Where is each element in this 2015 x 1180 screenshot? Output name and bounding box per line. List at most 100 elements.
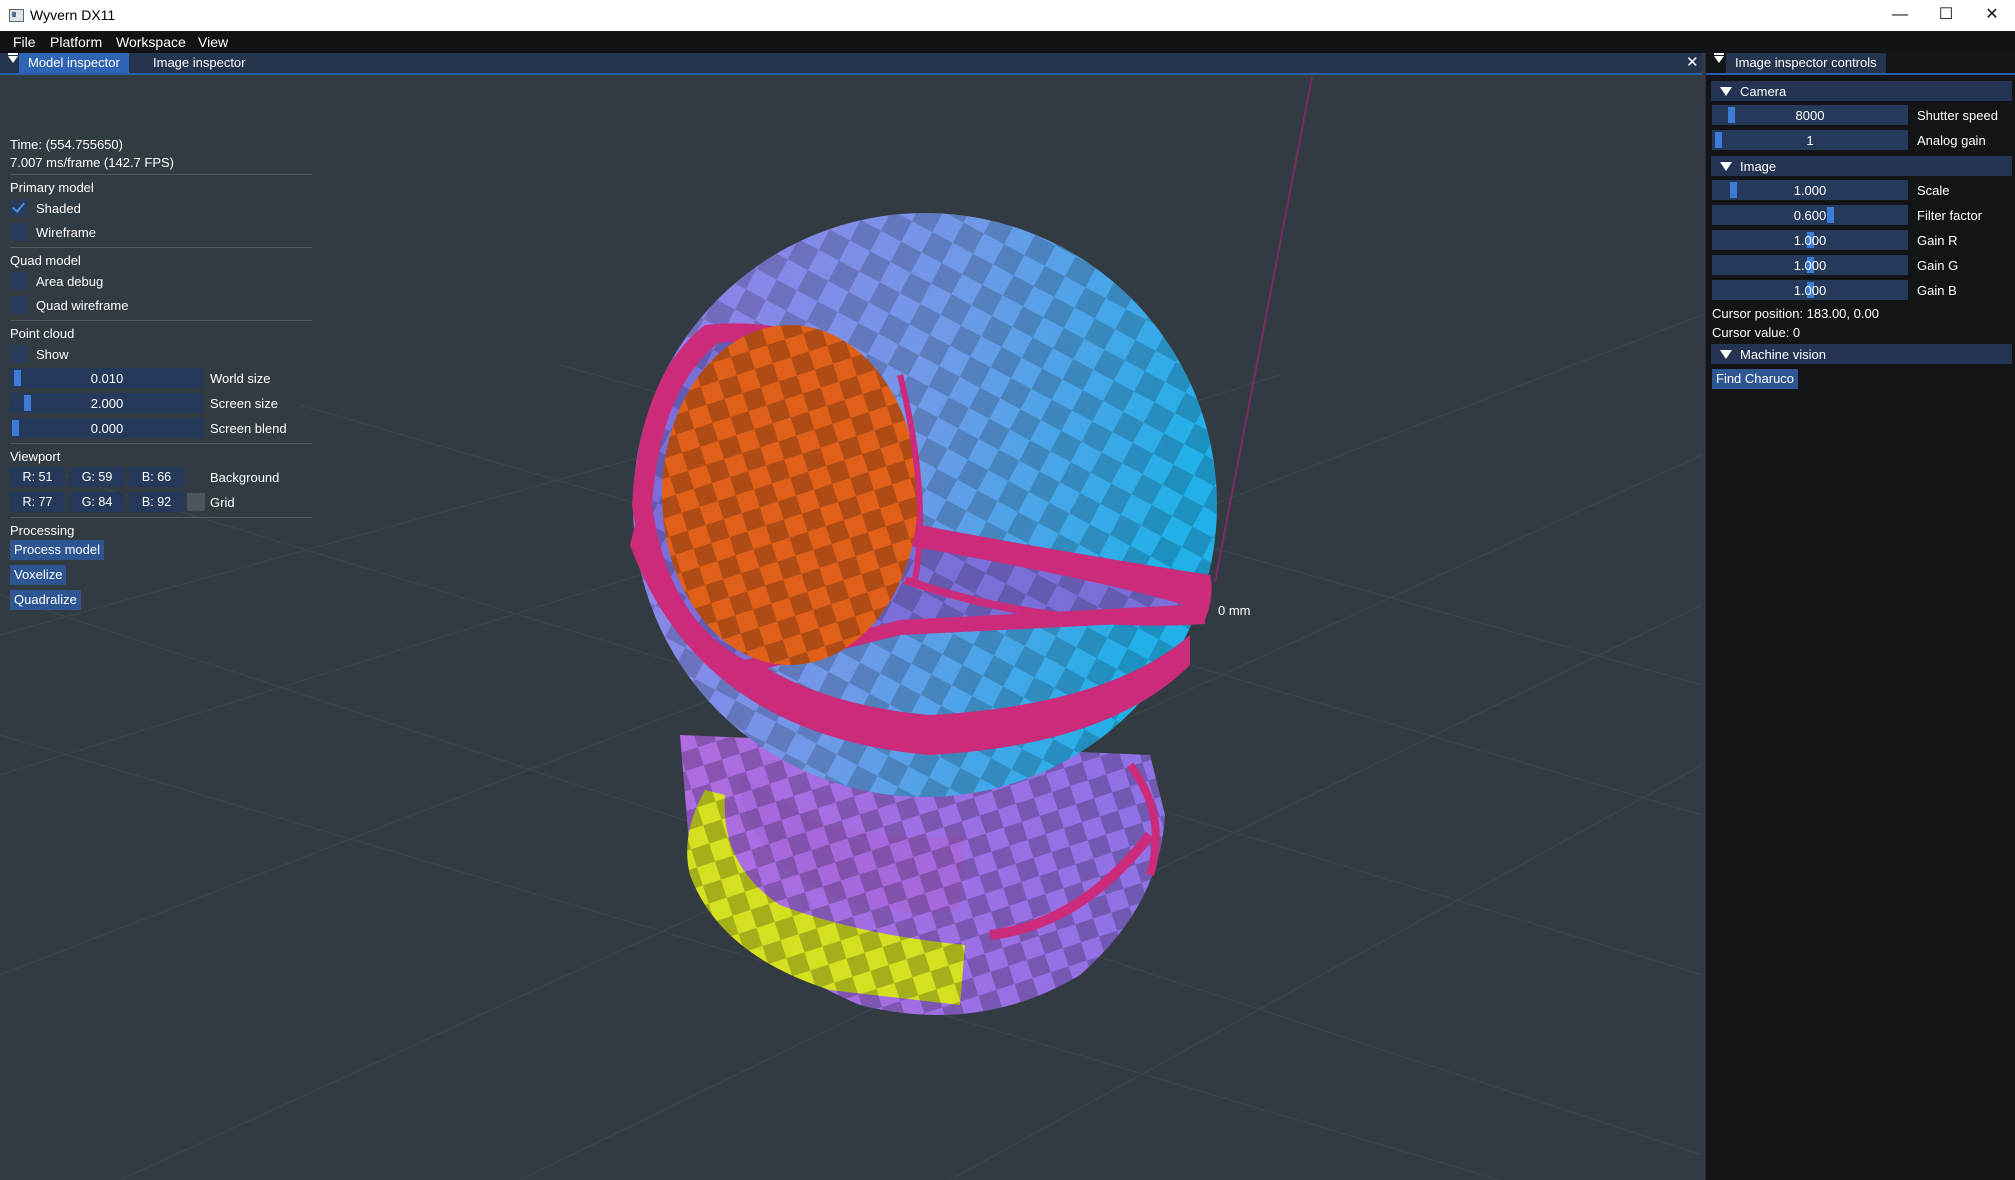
separator <box>10 320 312 321</box>
sphere-model <box>630 213 1217 797</box>
screen-blend-slider[interactable]: 0.000 <box>10 418 204 438</box>
cursor-value-readout: Cursor value: 0 <box>1712 325 1801 340</box>
grid-label: Grid <box>210 495 235 510</box>
grid-color-swatch[interactable] <box>187 493 205 511</box>
background-b-field[interactable]: B: 66 <box>129 467 184 487</box>
background-color-swatch[interactable] <box>187 468 205 486</box>
find-charuco-button[interactable]: Find Charuco <box>1712 369 1799 389</box>
gain-r-value: 1.000 <box>1793 233 1827 248</box>
processing-heading: Processing <box>10 523 75 538</box>
dock-menu-icon[interactable] <box>8 53 18 63</box>
show-point-cloud-label: Show <box>36 347 69 362</box>
gain-g-label: Gain G <box>1917 258 1959 273</box>
background-label: Background <box>210 470 280 485</box>
area-debug-checkbox[interactable] <box>10 272 28 290</box>
gain-g-slider[interactable]: 1.000 <box>1712 255 1908 275</box>
analog-gain-slider[interactable]: 1 <box>1712 130 1908 150</box>
analog-gain-value: 1 <box>1806 133 1814 148</box>
shutter-speed-label: Shutter speed <box>1917 108 1998 123</box>
collapse-arrow-icon <box>1720 350 1732 359</box>
tab-image-inspector-controls[interactable]: Image inspector controls <box>1726 53 1886 73</box>
shutter-speed-value: 8000 <box>1795 108 1825 123</box>
screen-size-slider[interactable]: 2.000 <box>10 393 204 413</box>
scale-value: 1.000 <box>1793 183 1827 198</box>
filter-factor-label: Filter factor <box>1917 208 1983 223</box>
gain-b-slider[interactable]: 1.000 <box>1712 280 1908 300</box>
machine-vision-section-header[interactable]: Machine vision <box>1711 344 2012 364</box>
separator <box>10 517 312 518</box>
quad-wireframe-label: Quad wireframe <box>36 298 129 313</box>
voxelize-button[interactable]: Voxelize <box>10 565 67 585</box>
separator <box>10 247 312 248</box>
quad-model-heading: Quad model <box>10 253 81 268</box>
maximize-button[interactable]: ☐ <box>1923 0 1969 31</box>
axis-line <box>1214 76 1313 583</box>
app-icon <box>9 9 24 22</box>
process-model-button[interactable]: Process model <box>10 540 104 560</box>
frame-readout: 7.007 ms/frame (142.7 FPS) <box>10 155 175 170</box>
shaded-checkbox[interactable] <box>10 199 28 217</box>
shutter-speed-slider[interactable]: 8000 <box>1712 105 1908 125</box>
point-cloud-heading: Point cloud <box>10 326 75 341</box>
tab-model-inspector[interactable]: Model inspector <box>19 53 129 73</box>
menu-workspace[interactable]: Workspace <box>116 34 186 50</box>
gain-r-slider[interactable]: 1.000 <box>1712 230 1908 250</box>
background-g-field[interactable]: G: 59 <box>69 467 125 487</box>
filter-factor-value: 0.600 <box>1793 208 1827 223</box>
viewport-heading: Viewport <box>10 449 61 464</box>
separator <box>10 174 312 175</box>
machine-vision-heading: Machine vision <box>1740 347 1826 362</box>
model-inspector-dock: Model inspector Image inspector ✕ 0 mm T… <box>0 53 1702 1180</box>
3d-viewport[interactable]: 0 mm <box>0 75 1702 1180</box>
dock-menu-icon[interactable] <box>1714 53 1724 63</box>
quadralize-button[interactable]: Quadralize <box>10 590 81 610</box>
show-point-cloud-checkbox[interactable] <box>10 345 28 363</box>
wireframe-label: Wireframe <box>36 225 96 240</box>
image-heading: Image <box>1740 159 1777 174</box>
controls-tab-bar: Image inspector controls <box>1706 53 2015 75</box>
analog-gain-label: Analog gain <box>1917 133 1986 148</box>
shaded-label: Shaded <box>36 201 81 216</box>
image-section-header[interactable]: Image <box>1711 156 2012 176</box>
window-title: Wyvern DX11 <box>30 7 116 23</box>
close-tab-icon[interactable]: ✕ <box>1677 53 1708 73</box>
menu-platform[interactable]: Platform <box>50 34 102 50</box>
gain-g-value: 1.000 <box>1793 258 1827 273</box>
screen-size-value: 2.000 <box>90 396 124 411</box>
close-window-button[interactable]: ✕ <box>1969 0 2015 31</box>
grid-r-field[interactable]: R: 77 <box>10 492 65 512</box>
scale-slider[interactable]: 1.000 <box>1712 180 1908 200</box>
camera-section-header[interactable]: Camera <box>1711 81 2012 101</box>
window-title-bar: Wyvern DX11 — ☐ ✕ <box>0 0 2015 31</box>
primary-model-heading: Primary model <box>10 180 94 195</box>
menu-view[interactable]: View <box>198 34 228 50</box>
time-readout: Time: (554.755650) <box>10 137 123 152</box>
wireframe-checkbox[interactable] <box>10 223 28 241</box>
gain-r-label: Gain R <box>1917 233 1958 248</box>
background-r-field[interactable]: R: 51 <box>10 467 65 487</box>
camera-heading: Camera <box>1740 84 1787 99</box>
menu-bar: File Platform Workspace View <box>0 31 2015 53</box>
collapse-arrow-icon <box>1720 162 1732 171</box>
minimize-button[interactable]: — <box>1877 0 1923 31</box>
world-size-label: World size <box>210 371 271 386</box>
main-tab-bar: Model inspector Image inspector ✕ <box>0 53 1702 75</box>
filter-factor-slider[interactable]: 0.600 <box>1712 205 1908 225</box>
area-debug-label: Area debug <box>36 274 104 289</box>
gain-b-value: 1.000 <box>1793 283 1827 298</box>
axis-label: 0 mm <box>1218 603 1251 618</box>
image-inspector-controls-dock: Image inspector controls Camera 8000 Shu… <box>1705 53 2015 1180</box>
grid-g-field[interactable]: G: 84 <box>69 492 125 512</box>
scale-label: Scale <box>1917 183 1950 198</box>
tab-image-inspector[interactable]: Image inspector <box>144 53 255 73</box>
quad-wireframe-checkbox[interactable] <box>10 296 28 314</box>
gain-b-label: Gain B <box>1917 283 1957 298</box>
grid-b-field[interactable]: B: 92 <box>129 492 184 512</box>
screen-blend-label: Screen blend <box>210 421 287 436</box>
collapse-arrow-icon <box>1720 87 1732 96</box>
menu-file[interactable]: File <box>13 34 36 50</box>
cursor-position-readout: Cursor position: 183.00, 0.00 <box>1712 306 1879 321</box>
separator <box>10 443 312 444</box>
world-size-value: 0.010 <box>90 371 124 386</box>
world-size-slider[interactable]: 0.010 <box>10 368 204 388</box>
